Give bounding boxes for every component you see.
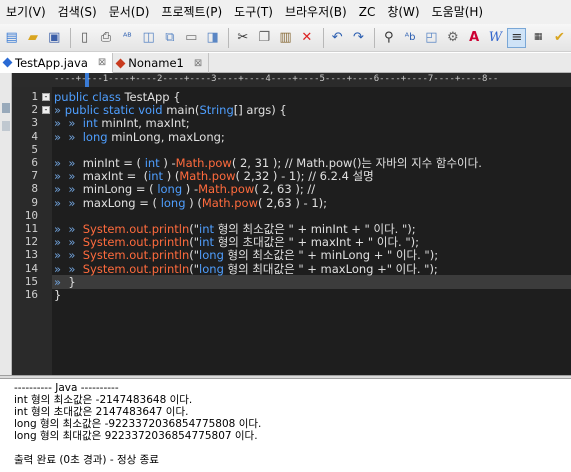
line-number: 12 [24,235,38,249]
line-number: 10 [24,208,38,222]
code-line[interactable]: » » System.out.println("int 형의 초대값은 " + … [54,235,419,249]
line-number: 1 [31,90,38,103]
undo-icon[interactable]: ↶ [328,28,347,48]
java-file-icon [2,57,13,68]
output-line: int 형의 최소값은 -2147483648 이다. [14,394,193,406]
text-file-icon [115,58,126,68]
code-line[interactable]: » » int minInt, maxInt; [54,116,190,130]
delete-icon[interactable]: ✕ [297,28,316,48]
toolbar-separator [322,27,324,48]
wordwrap-icon[interactable]: ≡ [507,27,527,48]
panel-icon[interactable] [2,121,10,131]
menu-zc[interactable]: ZC [353,0,382,24]
tab-label: TestApp.java [15,55,88,70]
code-line[interactable]: » public static void main(String[] args)… [54,103,287,117]
toolbar-separator [374,27,376,48]
code-line[interactable]: » » System.out.println("long 형의 최대값은 " +… [54,262,438,276]
paste-icon[interactable]: ▥ [276,28,295,48]
ruler-icon[interactable]: ▦ [528,28,547,48]
output-line: long 형의 최대값은 9223372036854775807 이다. [14,430,258,442]
file-icon[interactable]: ▭ [182,28,201,48]
copy-icon[interactable]: ❐ [255,28,274,48]
italic-icon[interactable]: W [486,28,505,48]
open-folder-icon[interactable]: ▰ [23,28,42,48]
document-tab-bar: TestApp.java ⊠ Noname1 ⊠ [0,53,571,73]
output-status-line: 출력 완료 (0초 경과) - 정상 종료 [14,454,159,466]
menu-bar: 보기(V) 검색(S) 문서(D) 프로젝트(P) 도구(T) 브라우저(B) … [0,0,571,24]
line-number: 15 [24,274,38,288]
code-line[interactable]: public class TestApp { [54,90,181,104]
code-line[interactable]: » » minInt = ( int ) -Math.pow( 2, 31 );… [54,156,482,170]
code-line[interactable]: » » System.out.println("long 형의 최소값은 " +… [54,248,438,262]
code-line[interactable]: } [54,288,61,302]
toolbar-separator [228,27,230,48]
toolbar-separator [69,27,71,48]
line-number: 2 [31,103,38,117]
code-line[interactable]: » » long minLong, maxLong; [54,130,225,144]
output-panel: ---------- Java ---------- int 형의 최소값은 -… [0,379,571,472]
window-icon[interactable]: ◨ [203,28,222,48]
new-file-icon[interactable]: ▤ [2,28,21,48]
tab-noname1[interactable]: Noname1 ⊠ [113,53,210,73]
copy-view-icon[interactable]: ⧉ [160,28,179,48]
code-line[interactable]: » » minLong = ( long ) -Math.pow( 2, 63 … [54,182,315,196]
tab-label: Noname1 [128,56,184,70]
print-icon[interactable]: ⎙ [96,28,115,48]
save-icon[interactable]: ▣ [45,28,64,48]
column-ruler: ----+----1----+----2----+----3----+----4… [52,73,571,87]
find-in-files-icon[interactable]: ◰ [422,28,441,48]
menu-document[interactable]: 문서(D) [103,0,156,24]
find-icon[interactable]: ⚲ [379,28,398,48]
menu-tools[interactable]: 도구(T) [228,0,279,24]
line-number: 11 [24,222,38,235]
print-preview-icon[interactable]: ▯ [75,28,94,48]
menu-project[interactable]: 프로젝트(P) [155,0,228,24]
menu-browser[interactable]: 브라우저(B) [279,0,353,24]
line-number: 9 [31,195,38,209]
close-icon[interactable]: ⊠ [98,57,106,68]
code-line[interactable]: » » maxLong = ( long ) (Math.pow( 2,63 )… [54,196,327,210]
line-number: 16 [24,288,38,301]
settings-icon[interactable]: ⚙ [443,28,462,48]
code-line[interactable]: » } [54,275,76,289]
code-line[interactable]: » » maxInt = (int ) (Math.pow( 2,32 ) - … [54,169,374,183]
line-number: 6 [31,156,38,169]
output-line: long 형의 최소값은 -9223372036854775808 이다. [14,418,262,430]
output-line: int 형의 초대값은 2147483647 이다. [14,406,189,418]
tab-testapp-java[interactable]: TestApp.java ⊠ [0,53,114,73]
toolbar: ▤ ▰ ▣ ▯ ⎙ ᴬᴮ ◫ ⧉ ▭ ◨ ✂ ❐ ▥ ✕ ↶ ↷ ⚲ ᴬb ◰ … [0,24,571,52]
menu-view[interactable]: 보기(V) [0,0,52,24]
line-number: 5 [31,142,38,156]
line-number: 13 [24,248,38,262]
redo-icon[interactable]: ↷ [349,28,368,48]
spellcheck-icon[interactable]: ᴬᴮ [118,28,137,48]
menu-window[interactable]: 창(W) [381,0,425,24]
view-icon[interactable]: ◫ [139,28,158,48]
menu-help[interactable]: 도움말(H) [426,0,490,24]
cut-icon[interactable]: ✂ [233,28,252,48]
replace-icon[interactable]: ᴬb [400,28,419,48]
code-editor[interactable]: 1- public class TestApp { 2-» public stati… [12,87,571,375]
menu-search[interactable]: 검색(S) [52,0,103,24]
bold-icon[interactable]: A [464,28,483,48]
checkmark-icon[interactable]: ✔ [550,28,569,48]
line-number: 7 [31,169,38,183]
line-number: 14 [24,261,38,275]
fold-toggle-icon[interactable]: - [42,106,50,115]
close-icon[interactable]: ⊠ [194,58,202,69]
side-panel-strip[interactable] [0,73,12,379]
code-line[interactable]: » » System.out.println("int 형의 최소값은 " + … [54,222,416,236]
ruler-marks: ----+----1----+----2----+----3----+----4… [54,74,499,84]
panel-icon[interactable] [2,103,10,113]
line-number: 3 [31,116,38,130]
line-number: 8 [31,182,38,196]
fold-toggle-icon[interactable]: - [42,93,50,101]
ruler-gutter [12,73,52,87]
output-line: ---------- Java ---------- [14,382,119,394]
line-number: 4 [31,129,38,143]
